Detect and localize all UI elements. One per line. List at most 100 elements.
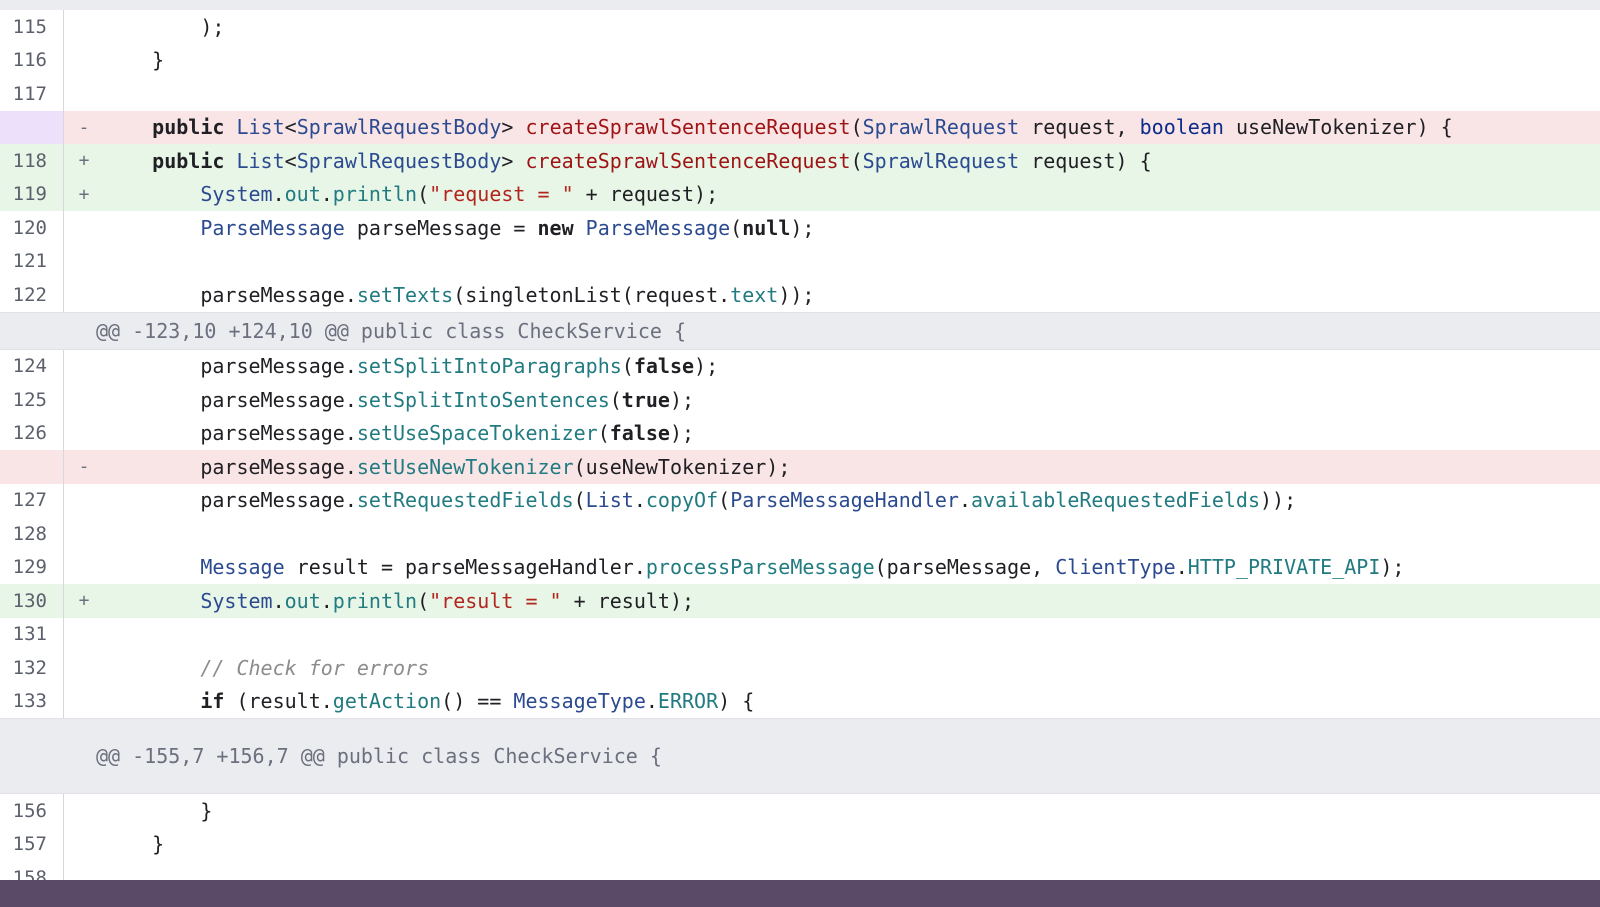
code-text: }	[104, 832, 1600, 856]
code-token: parseMessage.	[104, 488, 357, 513]
code-token: ParseMessage	[585, 215, 731, 240]
code-line: 126 parseMessage.setUseSpaceTokenizer(fa…	[0, 416, 1600, 450]
code-token: parseMessage.	[104, 354, 357, 379]
code-token: false	[609, 421, 670, 446]
code-text: parseMessage.setRequestedFields(List.cop…	[104, 488, 1600, 512]
code-text: parseMessage.setSplitIntoParagraphs(fals…	[104, 354, 1600, 378]
line-number: 116	[0, 43, 64, 77]
code-token: availableRequestedFields	[971, 488, 1260, 513]
line-number	[0, 450, 64, 484]
code-token: .	[1175, 555, 1188, 580]
line-number: 119	[0, 177, 64, 211]
code-token: public	[152, 115, 225, 140]
line-number: 126	[0, 416, 64, 450]
gutter	[0, 719, 64, 793]
code-token: parseMessage.	[104, 421, 357, 446]
code-token: createSprawlSentenceRequest	[525, 115, 851, 140]
code-token: (singletonList(request.	[453, 282, 731, 307]
hunk-header[interactable]: @@ -155,7 +156,7 @@ public class CheckSe…	[0, 718, 1600, 794]
hunk-header[interactable]: @@ -123,10 +124,10 @@ public class Check…	[0, 311, 1600, 350]
code-token: List	[236, 148, 285, 173]
code-token: List	[236, 115, 285, 140]
gutter	[0, 312, 64, 349]
code-token: ParseMessageHandler	[730, 488, 959, 513]
hunk-header-text: @@ -123,10 +124,10 @@ public class Check…	[96, 318, 687, 343]
code-text: System.out.println("result = " + result)…	[104, 589, 1600, 613]
removed-line: - parseMessage.setUseNewTokenizer(useNew…	[0, 450, 1600, 484]
code-token: );	[1380, 555, 1405, 580]
code-token: (	[417, 588, 430, 613]
line-number: 120	[0, 211, 64, 245]
line-number: 156	[0, 794, 64, 828]
code-token: SprawlRequest	[862, 115, 1020, 140]
code-line: 116 }	[0, 43, 1600, 77]
code-token: SprawlRequestBody	[296, 115, 502, 140]
line-number: 115	[0, 10, 64, 44]
code-token: request) {	[1019, 148, 1152, 173]
code-token: parseMessage =	[344, 215, 538, 240]
code-token: result = parseMessageHandler.	[284, 555, 646, 580]
code-line: 117	[0, 77, 1600, 111]
code-token: .	[272, 588, 285, 613]
code-token: );	[790, 215, 815, 240]
code-token: );	[669, 387, 695, 412]
code-token: (	[730, 215, 743, 240]
code-token: setSplitIntoSentences	[356, 387, 610, 412]
added-line: 119 + System.out.println("request = " + r…	[0, 177, 1600, 211]
code-token: (	[718, 488, 731, 513]
code-text: }	[104, 799, 1600, 823]
code-token: (	[850, 148, 863, 173]
code-token: .	[272, 182, 285, 207]
code-token: .	[320, 182, 333, 207]
code-text: System.out.println("request = " + reques…	[104, 182, 1600, 206]
code-token: processParseMessage	[645, 555, 875, 580]
line-number: 157	[0, 827, 64, 861]
code-token: public	[152, 148, 225, 173]
code-token: List	[585, 488, 634, 513]
code-line: 157 }	[0, 827, 1600, 861]
code-token: setUseSpaceTokenizer	[356, 421, 598, 446]
code-token: System	[200, 182, 273, 207]
code-text: parseMessage.setTexts(singletonList(requ…	[104, 283, 1600, 307]
code-text: if (result.getAction() == MessageType.ER…	[104, 689, 1600, 713]
code-token: createSprawlSentenceRequest	[525, 148, 851, 173]
code-token: request,	[1019, 115, 1140, 140]
code-line: 124 parseMessage.setSplitIntoParagraphs(…	[0, 349, 1600, 383]
added-line: 130 + System.out.println("result = " + re…	[0, 584, 1600, 618]
code-token: + request);	[573, 182, 719, 207]
code-token: text	[730, 282, 779, 307]
code-token: parseMessage.	[104, 387, 357, 412]
code-text: Message result = parseMessageHandler.pro…	[104, 555, 1600, 579]
line-number: 133	[0, 684, 64, 718]
line-number: 117	[0, 77, 64, 111]
code-token: SprawlRequestBody	[296, 148, 502, 173]
added-line: 118 + public List<SprawlRequestBody> crea…	[0, 144, 1600, 178]
code-token: setTexts	[356, 282, 454, 307]
line-number: 130	[0, 584, 64, 618]
code-token: >	[501, 115, 526, 140]
code-token: HTTP_PRIVATE_API	[1187, 555, 1381, 580]
diff-marker: +	[78, 183, 90, 205]
code-token: (result.	[224, 689, 333, 714]
line-number: 127	[0, 483, 64, 517]
diff-marker: +	[78, 150, 90, 172]
removed-line: - public List<SprawlRequestBody> createS…	[0, 110, 1600, 144]
code-token: SprawlRequest	[862, 148, 1020, 173]
gutter	[0, 0, 64, 10]
code-token: }	[104, 832, 165, 857]
code-token: >	[501, 148, 526, 173]
line-number: 124	[0, 349, 64, 383]
code-token: false	[633, 354, 695, 379]
code-line: 131	[0, 617, 1600, 651]
code-text: }	[104, 48, 1600, 72]
line-number: 132	[0, 651, 64, 685]
code-text: ParseMessage parseMessage = new ParseMes…	[104, 216, 1600, 240]
